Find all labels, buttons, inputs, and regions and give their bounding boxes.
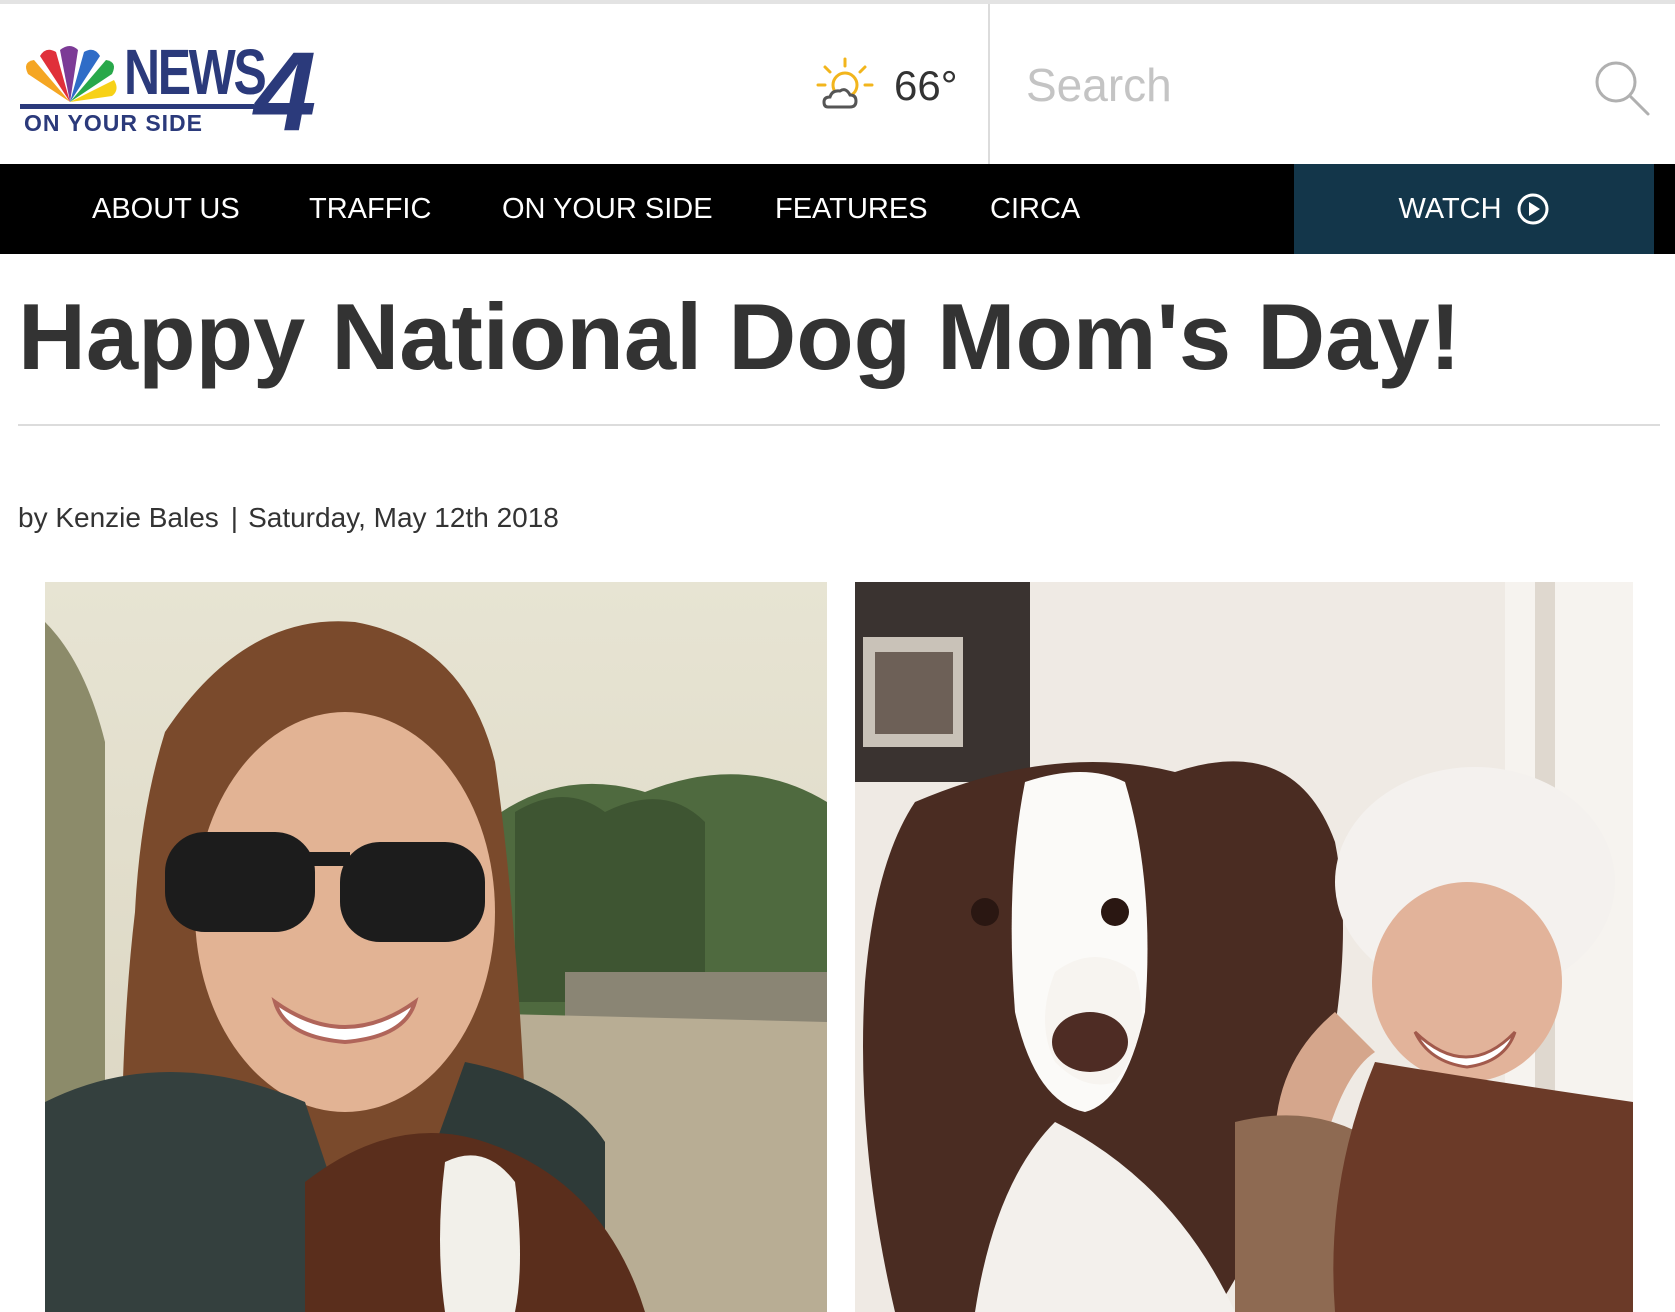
logo-bar: [20, 104, 254, 109]
author-name[interactable]: by Kenzie Bales: [18, 502, 219, 533]
play-circle-icon: [1517, 193, 1549, 225]
peacock-logo-icon: [26, 46, 117, 102]
article-photo-right[interactable]: [855, 582, 1633, 1312]
main-nav: ABOUT US TRAFFIC ON YOUR SIDE FEATURES C…: [0, 164, 1675, 254]
article-byline: by Kenzie Bales | Saturday, May 12th 2018: [18, 502, 559, 534]
search-placeholder: Search: [1026, 59, 1172, 111]
search-input[interactable]: Search: [988, 4, 1675, 164]
title-divider: [18, 424, 1660, 426]
watch-label: WATCH: [1398, 192, 1502, 225]
nav-item-traffic[interactable]: TRAFFIC: [309, 164, 431, 254]
weather-widget[interactable]: 66°: [816, 56, 958, 116]
logo-tagline: ON YOUR SIDE: [24, 110, 203, 136]
logo-number: 4: [254, 29, 317, 154]
temperature-value: 66°: [894, 62, 958, 109]
watch-button[interactable]: WATCH: [1294, 164, 1654, 254]
site-header: NEWS ON YOUR SIDE 4 66° Search: [0, 4, 1675, 164]
article-photo-left[interactable]: [45, 582, 827, 1312]
woman-in-white-hat-with-border-collie-photo: [855, 582, 1633, 1312]
woman-with-sunglasses-and-puppy-photo: [45, 582, 827, 1312]
nav-item-features[interactable]: FEATURES: [775, 164, 928, 254]
partly-sunny-icon: [816, 57, 874, 109]
nav-item-on-your-side[interactable]: ON YOUR SIDE: [502, 164, 713, 254]
nav-item-about-us[interactable]: ABOUT US: [92, 164, 240, 254]
search-icon[interactable]: [1592, 58, 1652, 118]
article-title: Happy National Dog Mom's Day!: [18, 284, 1461, 389]
logo-news-text: NEWS: [124, 36, 267, 108]
site-logo[interactable]: NEWS ON YOUR SIDE 4: [20, 36, 370, 148]
byline-separator: |: [230, 502, 239, 533]
nav-item-circa[interactable]: CIRCA: [990, 164, 1080, 254]
publish-date: Saturday, May 12th 2018: [248, 502, 559, 533]
